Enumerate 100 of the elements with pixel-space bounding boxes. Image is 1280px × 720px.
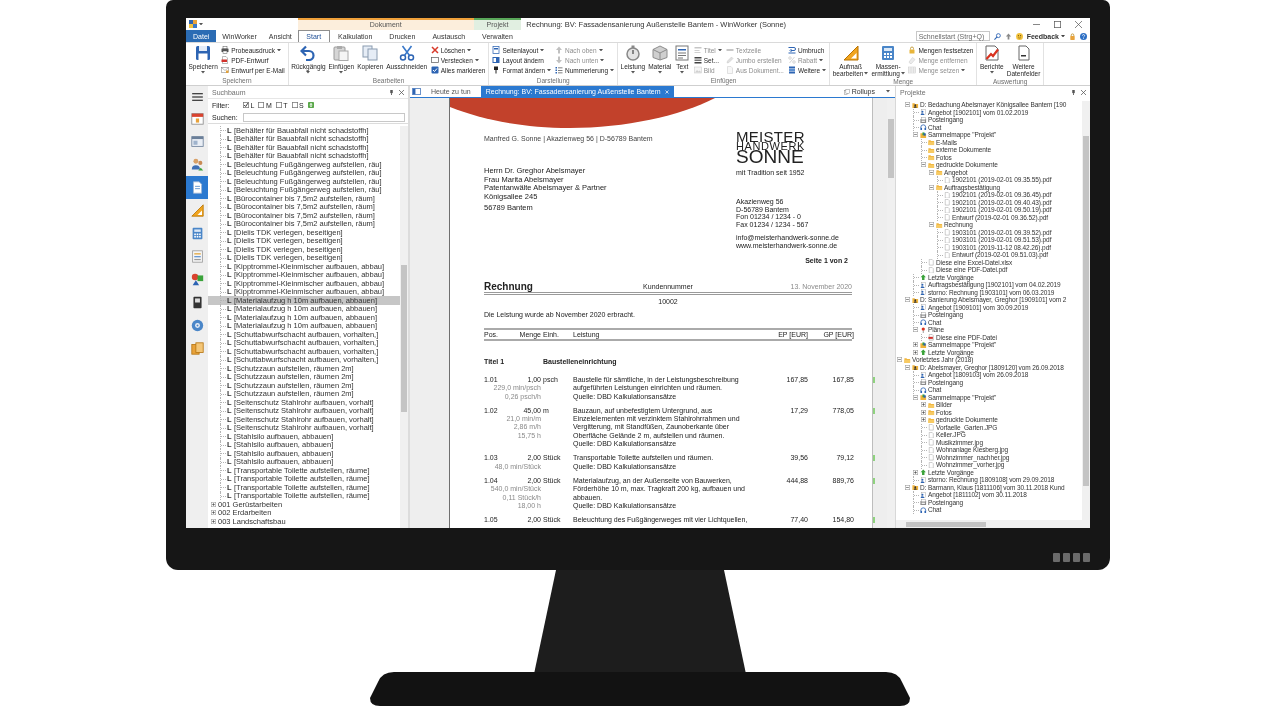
scrollbar[interactable] [1082, 101, 1090, 520]
smiley-icon[interactable] [1015, 32, 1023, 40]
envelope-icon [221, 66, 230, 74]
scissors-icon [398, 45, 415, 61]
checkbox[interactable] [243, 102, 249, 108]
padlock-icon[interactable] [1069, 32, 1076, 40]
stack-icon [787, 66, 796, 74]
caret-icon [598, 48, 603, 52]
copy-icon [362, 45, 379, 61]
grid-icon [908, 66, 917, 74]
padlock-icon [908, 46, 917, 54]
expand-icon[interactable] [913, 349, 918, 355]
folder-person-icon [912, 101, 919, 108]
arrow-up-icon [920, 349, 927, 356]
undo-arrow-icon [300, 45, 317, 61]
collapse-icon[interactable] [905, 102, 910, 108]
collapse-icon[interactable] [897, 357, 902, 363]
document-icon [190, 181, 204, 194]
arrow-down-icon [555, 56, 564, 64]
maximize-icon[interactable] [1054, 20, 1061, 28]
cross-icon [430, 46, 439, 54]
scrollbar-thumb[interactable] [888, 119, 894, 178]
minimize-icon[interactable] [1033, 23, 1040, 25]
percent-icon [787, 56, 796, 64]
caret-icon[interactable] [886, 90, 890, 93]
collapse-icon[interactable] [929, 222, 934, 228]
caret-icon [961, 68, 966, 72]
caret-icon [474, 58, 479, 62]
window-icon [190, 135, 204, 148]
brush-icon [492, 66, 501, 74]
expand-icon[interactable] [211, 510, 216, 516]
caret-icon [900, 72, 905, 75]
calendar-icon [190, 112, 204, 125]
search-field[interactable] [243, 112, 405, 122]
app-logo-icon[interactable] [189, 20, 197, 28]
collapse-icon[interactable] [921, 162, 926, 168]
file-icon [944, 176, 951, 183]
caret-icon [989, 71, 994, 74]
sort-icon[interactable] [307, 102, 314, 108]
checkbox[interactable] [275, 102, 282, 108]
checkbox[interactable] [258, 102, 265, 108]
folder-icon [936, 184, 943, 191]
scrollbar[interactable] [896, 520, 1090, 528]
collapse-icon[interactable] [913, 132, 918, 138]
collapse-icon[interactable] [905, 484, 910, 490]
pdf-document-icon [928, 334, 935, 341]
list-icon [693, 56, 702, 64]
expand-icon[interactable] [921, 409, 926, 415]
menu-icon[interactable] [191, 93, 203, 101]
pin-icon[interactable] [1071, 89, 1076, 95]
numbered-list-icon [555, 66, 564, 74]
scrollbar-thumb[interactable] [1083, 136, 1089, 486]
list-document-icon [190, 250, 204, 263]
scrollbar-thumb[interactable] [401, 265, 407, 412]
arrow-up-icon[interactable] [1004, 32, 1012, 40]
caret-icon [717, 48, 722, 52]
close-icon[interactable] [1081, 89, 1086, 95]
expand-icon[interactable] [211, 501, 216, 507]
checkbox[interactable] [291, 102, 298, 108]
expand-icon[interactable] [211, 518, 216, 524]
expand-icon[interactable] [921, 417, 926, 423]
expand-icon[interactable] [913, 342, 918, 348]
search-icon[interactable] [993, 32, 1001, 40]
pushpin-icon [920, 326, 927, 333]
scrollbar-thumb[interactable] [906, 521, 986, 527]
pdf-document-icon [221, 56, 230, 64]
invoice-heading: Rechnung [484, 282, 534, 292]
headset-icon [920, 319, 927, 326]
person-document-icon [920, 476, 927, 483]
caret-icon[interactable] [199, 22, 203, 26]
help-icon[interactable] [1080, 32, 1087, 40]
person-document-icon [920, 304, 927, 311]
collapse-icon[interactable] [913, 327, 918, 333]
text-document-icon [674, 45, 691, 61]
disc-icon [190, 319, 204, 332]
collapse-icon[interactable] [913, 394, 918, 400]
pin-icon[interactable] [389, 89, 394, 95]
close-icon[interactable] [1075, 20, 1082, 28]
folder-person-icon [912, 484, 919, 491]
folder-person-icon [912, 364, 919, 371]
expand-icon[interactable] [913, 469, 918, 475]
expand-icon[interactable] [921, 402, 926, 408]
caret-icon [277, 48, 281, 52]
dash-line-icon [725, 46, 734, 54]
caret-icon [339, 71, 344, 74]
logo-text: MEISTER [736, 131, 806, 142]
close-icon[interactable] [399, 89, 404, 95]
collapse-icon[interactable] [929, 169, 934, 175]
logo-text: SONNE [736, 150, 805, 164]
device-icon [190, 296, 204, 309]
collapse-icon[interactable] [905, 364, 910, 370]
folder-icon [904, 356, 911, 363]
headset-icon [920, 124, 927, 131]
folder-person-icon [912, 296, 919, 303]
panel-toggle-icon[interactable] [412, 88, 421, 95]
collapse-icon[interactable] [929, 184, 934, 190]
collapse-icon[interactable] [905, 297, 910, 303]
documents-icon [190, 342, 204, 355]
scrollbar[interactable] [400, 126, 408, 528]
wrap-icon [787, 46, 796, 54]
